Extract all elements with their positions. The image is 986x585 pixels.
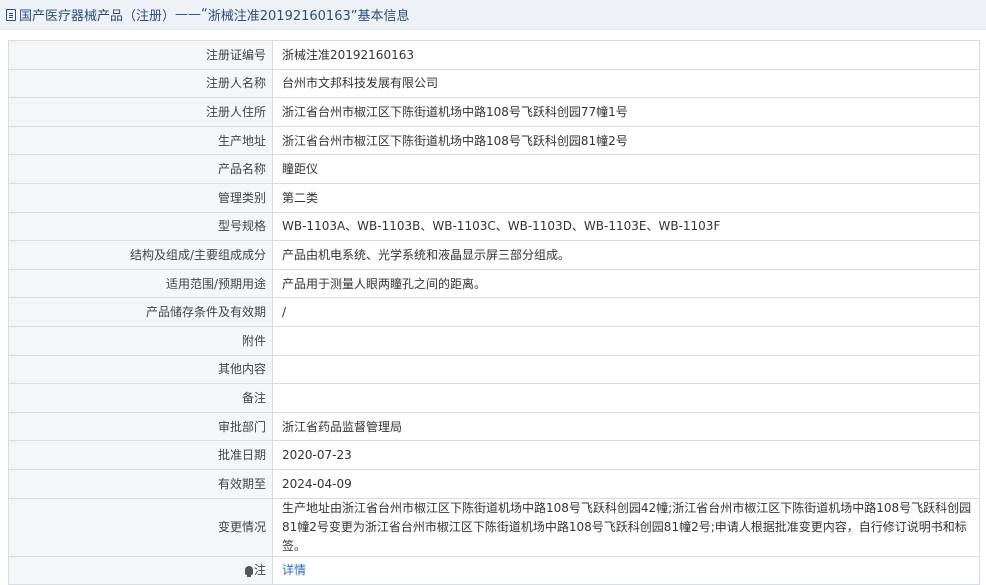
row-value: / (272, 297, 980, 327)
table-row: 产品储存条件及有效期 / (8, 297, 980, 327)
row-value (272, 354, 980, 385)
row-value: 生产地址由浙江省台州市椒江区下陈街道机场中路108号飞跃科创园42幢;浙江省台州… (272, 497, 980, 557)
page-title-bar: 国产医疗器械产品（注册） ——“ 浙械注准20192160163 ”基本信息 (0, 0, 986, 30)
table-row: 批准日期 2020-07-23 (8, 440, 980, 470)
title-suffix: ”基本信息 (350, 9, 410, 24)
row-value: 浙械注准20192160163 (272, 40, 980, 70)
title-category: 国产医疗器械产品（注册） (19, 9, 176, 24)
row-value: 产品由机电系统、光学系统和液晶显示屏三部分组成。 (272, 240, 980, 270)
table-row: 生产地址 浙江省台州市椒江区下陈街道机场中路108号飞跃科创园81幢2号 (8, 125, 980, 156)
table-row: 产品名称 瞳距仪 (8, 154, 980, 184)
row-label: 型号规格 (8, 211, 273, 242)
row-value: 产品用于测量人眼两瞳孔之间的距离。 (272, 268, 980, 299)
row-label: 结构及组成/主要组成成分 (8, 240, 273, 270)
row-label: 注册人名称 (8, 68, 273, 99)
row-label: 适用范围/预期用途 (8, 268, 273, 299)
row-value: 2024-04-09 (272, 468, 980, 499)
row-label: 备注 (8, 383, 273, 413)
row-value: 浙江省药品监督管理局 (272, 411, 980, 442)
table-row: 结构及组成/主要组成成分 产品由机电系统、光学系统和液晶显示屏三部分组成。 (8, 240, 980, 270)
row-label: 变更情况 (8, 497, 273, 557)
table-row: 注册人名称 台州市文邦科技发展有限公司 (8, 68, 980, 99)
row-label: 审批部门 (8, 411, 273, 442)
row-value: 瞳距仪 (272, 154, 980, 184)
row-value: 浙江省台州市椒江区下陈街道机场中路108号飞跃科创园77幢1号 (272, 97, 980, 127)
row-label: 产品储存条件及有效期 (8, 297, 273, 327)
table-row: 注册人住所 浙江省台州市椒江区下陈街道机场中路108号飞跃科创园77幢1号 (8, 97, 980, 127)
note-value-cell: 详情 (272, 555, 980, 585)
table-row: 备注 (8, 383, 980, 413)
table-row: 有效期至 2024-04-09 (8, 468, 980, 499)
document-icon (6, 8, 16, 21)
row-value: 第二类 (272, 182, 980, 213)
row-value: 2020-07-23 (272, 440, 980, 470)
table-row: 附件 (8, 325, 980, 356)
row-value: 浙江省台州市椒江区下陈街道机场中路108号飞跃科创园81幢2号 (272, 125, 980, 156)
title-separator: ——“ (175, 7, 208, 22)
row-label: 注册人住所 (8, 97, 273, 127)
table-row: 审批部门 浙江省药品监督管理局 (8, 411, 980, 442)
table-row: 注册证编号 浙械注准20192160163 (8, 40, 980, 70)
row-label: 管理类别 (8, 182, 273, 213)
note-label-cell: 注 (8, 555, 273, 585)
table-row: 型号规格 WB-1103A、WB-1103B、WB-1103C、WB-1103D… (8, 211, 980, 242)
title-reg-no: 浙械注准20192160163 (207, 9, 351, 24)
lightbulb-icon (244, 566, 253, 578)
row-label: 注册证编号 (8, 40, 273, 70)
row-label: 其他内容 (8, 354, 273, 385)
table-row: 变更情况 生产地址由浙江省台州市椒江区下陈街道机场中路108号飞跃科创园42幢;… (8, 497, 980, 557)
note-label: 注 (253, 563, 266, 578)
row-value (272, 325, 980, 356)
row-label: 产品名称 (8, 154, 273, 184)
row-value: 台州市文邦科技发展有限公司 (272, 68, 980, 99)
row-label: 附件 (8, 325, 273, 356)
row-label: 生产地址 (8, 125, 273, 156)
table-row: 管理类别 第二类 (8, 182, 980, 213)
detail-table: 注册证编号 浙械注准20192160163 注册人名称 台州市文邦科技发展有限公… (8, 40, 980, 585)
row-value: WB-1103A、WB-1103B、WB-1103C、WB-1103D、WB-1… (272, 211, 980, 242)
row-label: 批准日期 (8, 440, 273, 470)
table-row-note: 注 详情 (8, 555, 980, 585)
details-link[interactable]: 详情 (282, 563, 306, 577)
table-row: 其他内容 (8, 354, 980, 385)
table-row: 适用范围/预期用途 产品用于测量人眼两瞳孔之间的距离。 (8, 268, 980, 299)
row-value (272, 383, 980, 413)
row-label: 有效期至 (8, 468, 273, 499)
